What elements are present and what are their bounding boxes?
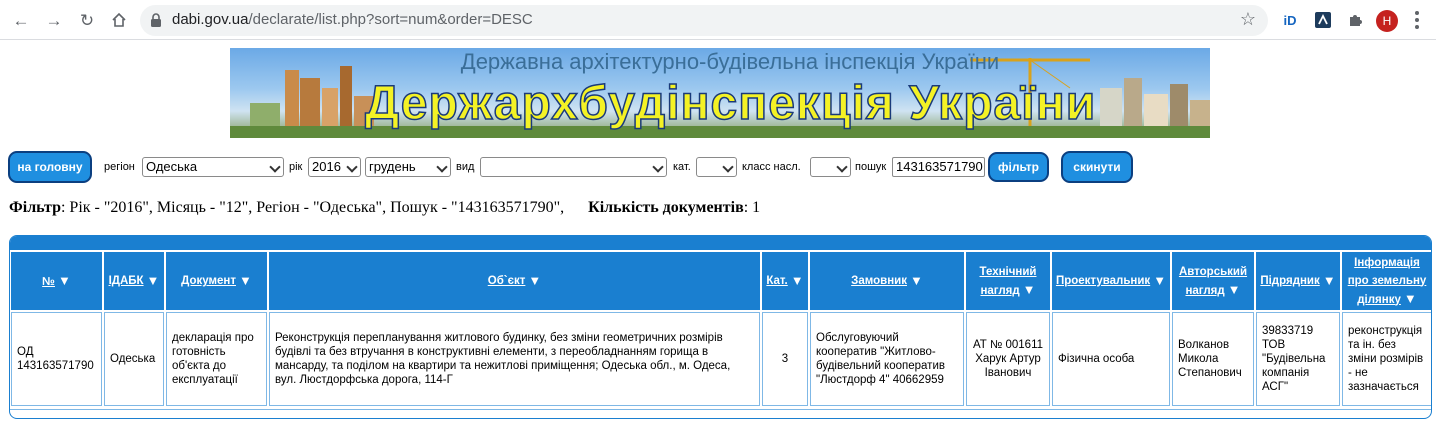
banner-subtitle: Державна архітектурно-будівельна інспекц… (460, 49, 1000, 74)
cell-category: 3 (762, 312, 808, 406)
sort-desc-icon[interactable]: ▼ (147, 272, 160, 290)
home-icon[interactable] (107, 8, 131, 32)
cell-land-info: реконструкція та ін. без зміни розмірів … (1342, 312, 1431, 406)
class-label: класс насл. (742, 161, 801, 173)
filter-summary: Фільтр: Рік - "2016", Місяць - "12", Рег… (9, 199, 760, 217)
forward-arrow-icon[interactable]: → (42, 8, 66, 32)
kind-label: вид (456, 161, 475, 173)
browser-toolbar: ← → ↻ dabi.gov.ua/declarate/list.php?sor… (0, 0, 1436, 40)
cell-customer: Обслуговуючий кооператив "Житлово-будіве… (810, 312, 964, 406)
filter-text: : Рік - "2016", Місяць - "12", Регіон - … (60, 199, 565, 216)
column-header-author-supervision[interactable]: Авторський нагляд ▼ (1172, 252, 1254, 310)
url-text: dabi.gov.ua/declarate/list.php?sort=num&… (172, 11, 533, 28)
sort-desc-icon[interactable]: ▼ (791, 272, 804, 290)
site-banner: Державна архітектурно-будівельна інспекц… (230, 48, 1210, 138)
class-select[interactable] (810, 157, 851, 177)
cell-tech-supervision: АТ № 001611 Харук Артур Іванович (966, 312, 1050, 406)
sort-desc-icon[interactable]: ▼ (58, 273, 71, 288)
column-header-designer[interactable]: Проектувальник ▼ (1052, 252, 1170, 310)
sort-desc-icon[interactable]: ▼ (1404, 291, 1417, 306)
table-bottom-border (10, 409, 1431, 410)
cell-idabk: Одеська (104, 312, 164, 406)
browser-menu-icon[interactable] (1412, 8, 1422, 32)
kind-select[interactable] (480, 157, 667, 177)
document-count-label: Кількість документів (588, 199, 744, 216)
sort-desc-icon[interactable]: ▼ (1023, 282, 1036, 297)
filter-button[interactable]: фільтр (988, 152, 1049, 182)
column-header-tech-supervision[interactable]: Технічний нагляд ▼ (966, 252, 1050, 310)
sort-desc-icon[interactable]: ▼ (239, 272, 252, 290)
sort-desc-icon[interactable]: ▼ (1228, 282, 1241, 297)
profile-avatar[interactable]: H (1376, 10, 1398, 32)
category-label: кат. (673, 161, 691, 173)
cell-contractor: 39833719 ТОВ "Будівельна компанія АСГ" (1256, 312, 1340, 406)
year-label: рік (289, 161, 303, 173)
column-header-document[interactable]: Документ ▼ (166, 252, 267, 310)
address-bar[interactable]: dabi.gov.ua/declarate/list.php?sort=num&… (140, 5, 1268, 36)
cell-designer: Фізична особа (1052, 312, 1170, 406)
filter-label: Фільтр (9, 199, 61, 216)
sort-desc-icon[interactable]: ▼ (528, 272, 541, 290)
category-select[interactable] (696, 157, 737, 177)
column-header-category[interactable]: Кат. ▼ (762, 252, 808, 310)
document-count-value: : 1 (743, 199, 761, 216)
reload-icon[interactable]: ↻ (75, 8, 99, 32)
extension-logo-icon[interactable] (1312, 9, 1334, 31)
column-header-object[interactable]: Об`єкт ▼ (269, 252, 760, 310)
table-top-bar (10, 236, 1431, 250)
banner-title: Держархбудінспекція України (364, 76, 1097, 131)
sort-desc-icon[interactable]: ▼ (1153, 272, 1166, 290)
cell-author-supervision: Волканов Микола Степанович (1172, 312, 1254, 406)
results-table: № ▼ ІДАБК ▼ Документ ▼ Об`єкт ▼ Кат. ▼ Замовн… (9, 235, 1432, 419)
sort-desc-icon[interactable]: ▼ (910, 272, 923, 290)
lock-icon (151, 13, 161, 27)
column-header-contractor[interactable]: Підрядник ▼ (1256, 252, 1340, 310)
month-select[interactable]: грудень (365, 157, 451, 177)
bookmark-star-icon[interactable]: ☆ (1240, 9, 1256, 30)
cell-object: Реконструкція перепланування житлового б… (269, 312, 760, 406)
column-header-idabk[interactable]: ІДАБК ▼ (104, 252, 164, 310)
region-select[interactable]: Одеська (142, 157, 284, 177)
sort-desc-icon[interactable]: ▼ (1323, 272, 1336, 290)
region-label: регіон (104, 161, 135, 173)
puzzle-extensions-icon[interactable] (1344, 9, 1366, 31)
id-extension-icon[interactable]: iD (1279, 9, 1301, 31)
cell-num: ОД 143163571790 (11, 312, 102, 406)
column-header-customer[interactable]: Замовник ▼ (810, 252, 964, 310)
home-button[interactable]: на головну (8, 151, 92, 183)
column-header-num[interactable]: № ▼ (11, 252, 102, 310)
search-input[interactable]: 143163571790 (892, 157, 985, 177)
column-header-land-info[interactable]: Інформація про земельну ділянку ▼ (1342, 252, 1431, 310)
search-label: пошук (855, 161, 887, 173)
cell-document: декларація про готовність об'єкта до екс… (166, 312, 267, 406)
year-select[interactable]: 2016 (308, 157, 361, 177)
back-arrow-icon[interactable]: ← (9, 8, 33, 32)
reset-button[interactable]: скинути (1061, 151, 1133, 183)
